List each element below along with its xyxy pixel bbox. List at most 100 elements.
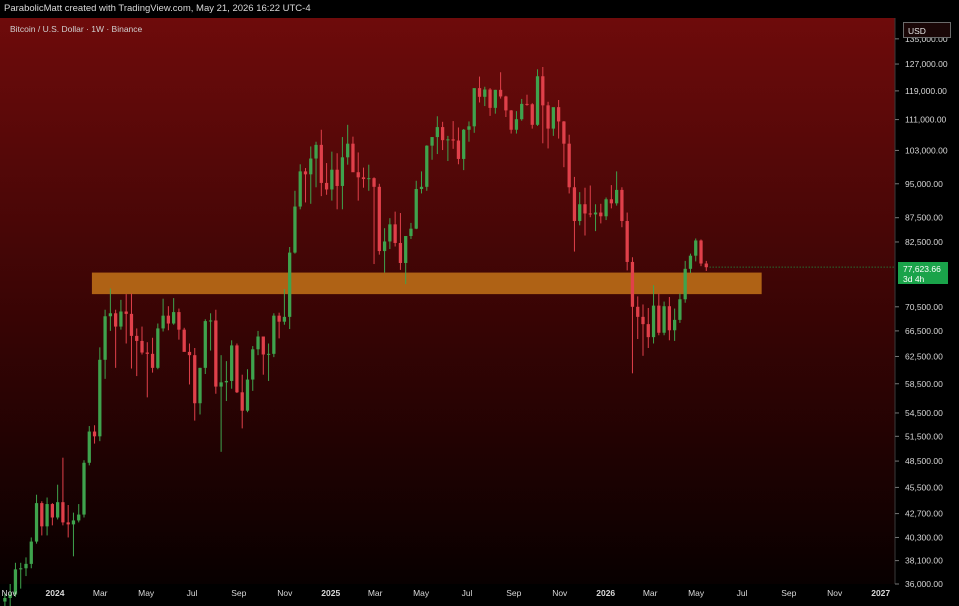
- candle-body: [462, 129, 466, 159]
- y-tick-label: 40,300.00: [905, 532, 943, 542]
- candle-body: [19, 568, 23, 570]
- y-tick-label: 111,000.00: [905, 115, 947, 125]
- candle[interactable]: [530, 103, 534, 129]
- candle-body: [646, 324, 650, 338]
- candle-body: [108, 313, 113, 317]
- candle-body: [514, 119, 519, 130]
- candle-body: [129, 313, 134, 336]
- x-tick-label: Mar: [368, 588, 383, 598]
- x-tick-label: Nov: [277, 588, 293, 598]
- support-resistance-zone[interactable]: [91, 272, 762, 295]
- candle-body: [309, 158, 313, 175]
- candle-body: [414, 189, 418, 229]
- candle[interactable]: [425, 145, 429, 191]
- y-tick-label: 51,500.00: [905, 431, 943, 441]
- candle[interactable]: [535, 69, 540, 126]
- candle-body: [45, 504, 49, 527]
- chart-area[interactable]: 135,000.00 127,000.00 119,000.00 111,000.00…: [0, 18, 959, 606]
- candle-body: [530, 104, 534, 125]
- candle[interactable]: [87, 426, 91, 466]
- y-tick-label: 62,500.00: [905, 351, 943, 361]
- x-tick-label: Mar: [643, 588, 658, 598]
- chart-background: [0, 18, 895, 584]
- candle-body: [699, 240, 703, 264]
- candle[interactable]: [272, 313, 276, 358]
- candle-body: [367, 178, 371, 180]
- currency-badge[interactable]: USD: [903, 22, 951, 38]
- candle[interactable]: [98, 347, 102, 442]
- candle[interactable]: [288, 246, 292, 330]
- x-tick-label: 2025: [321, 588, 340, 598]
- candle-body: [509, 110, 513, 130]
- candle[interactable]: [29, 537, 33, 569]
- candle[interactable]: [662, 301, 666, 336]
- candle-body: [340, 157, 345, 186]
- candle-body: [103, 316, 107, 360]
- candle-body: [156, 328, 160, 368]
- candle-body: [40, 503, 44, 527]
- candle-body: [636, 306, 640, 317]
- candle-body: [535, 76, 540, 125]
- candle[interactable]: [156, 323, 160, 370]
- candle-body: [446, 139, 450, 141]
- candle-body: [98, 359, 102, 437]
- x-tick-label: Mar: [93, 588, 108, 598]
- candle-body: [541, 76, 545, 106]
- y-tick-label: 42,700.00: [905, 509, 943, 519]
- candle[interactable]: [82, 460, 86, 518]
- candle-body: [351, 143, 355, 173]
- candle-body: [451, 139, 455, 141]
- candle-body: [641, 316, 645, 325]
- candle-body: [92, 431, 97, 437]
- candle-body: [245, 379, 250, 411]
- candle-body: [256, 336, 260, 350]
- candle-body: [161, 315, 165, 329]
- symbol-label: Bitcoin / U.S. Dollar · 1W · Binance: [10, 24, 143, 34]
- candle-body: [119, 311, 123, 327]
- x-tick-label: 2026: [596, 588, 615, 598]
- candle-body: [493, 89, 497, 108]
- candle-body: [251, 349, 255, 380]
- candle-body: [694, 240, 698, 256]
- candle-body: [66, 522, 70, 525]
- candle[interactable]: [377, 183, 381, 255]
- candle[interactable]: [235, 343, 239, 394]
- x-tick-label: May: [138, 588, 155, 598]
- x-tick-label: Nov: [827, 588, 843, 598]
- candle-body: [356, 172, 360, 178]
- candle[interactable]: [203, 319, 207, 375]
- candle-body: [330, 169, 334, 190]
- candle-body: [87, 431, 91, 463]
- candle[interactable]: [182, 327, 186, 352]
- x-tick-label: Jul: [737, 588, 748, 598]
- candle-body: [546, 105, 550, 129]
- candle-body: [288, 252, 292, 317]
- candle[interactable]: [472, 88, 476, 133]
- candle-body: [419, 186, 424, 190]
- y-tick-label: 36,000.00: [905, 579, 943, 589]
- candle-body: [145, 352, 149, 354]
- x-tick-label: Jul: [187, 588, 198, 598]
- candle[interactable]: [214, 309, 218, 394]
- candle-body: [562, 121, 566, 144]
- price-chart[interactable]: 135,000.00127,000.00119,000.00111,000.00…: [0, 18, 959, 606]
- candle-body: [372, 178, 376, 187]
- candle-body: [435, 127, 439, 138]
- y-tick-label: 48,500.00: [905, 456, 943, 466]
- attribution-bar: ParabolicMatt created with TradingView.c…: [0, 0, 959, 18]
- candle-body: [593, 212, 598, 215]
- candle[interactable]: [625, 212, 629, 271]
- candle-body: [425, 145, 429, 187]
- candle-body: [166, 315, 171, 324]
- candle-body: [388, 224, 392, 242]
- candle[interactable]: [699, 239, 703, 267]
- candle-body: [140, 340, 144, 353]
- candle-body: [272, 315, 276, 354]
- x-tick-label: Jul: [462, 588, 473, 598]
- candle-body: [630, 261, 635, 307]
- candle-body: [404, 236, 408, 263]
- y-tick-label: 87,500.00: [905, 213, 943, 223]
- candle-body: [203, 321, 207, 368]
- candle-body: [114, 313, 118, 327]
- candle-body: [303, 171, 308, 175]
